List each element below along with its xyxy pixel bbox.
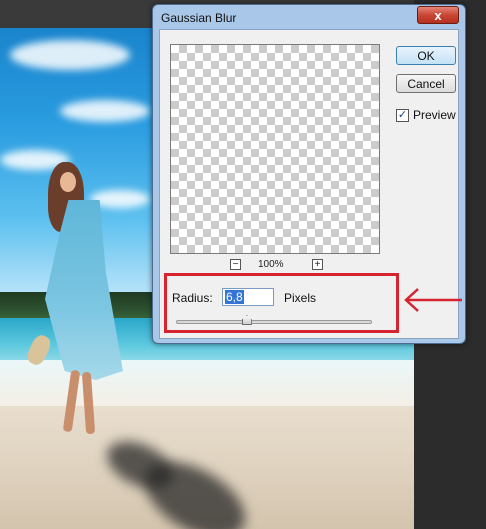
preview-pane[interactable] — [170, 44, 380, 254]
plus-icon: + — [314, 258, 321, 270]
dialog-title: Gaussian Blur — [161, 11, 237, 25]
surf — [0, 360, 414, 406]
cancel-button[interactable]: Cancel — [396, 74, 456, 93]
arrow-icon — [404, 288, 462, 312]
zoom-controls: − 100% + — [230, 259, 330, 273]
preview-checkbox-row[interactable]: ✓ Preview — [396, 108, 456, 122]
ok-button[interactable]: OK — [396, 46, 456, 65]
checkmark-icon: ✓ — [397, 108, 408, 121]
woman-face — [60, 172, 76, 192]
preview-label: Preview — [413, 108, 456, 122]
cloud — [10, 40, 130, 70]
highlight-box — [164, 273, 399, 333]
minus-icon: − — [232, 258, 239, 270]
zoom-out-button[interactable]: − — [230, 259, 241, 270]
cloud — [60, 100, 150, 122]
preview-checkbox[interactable]: ✓ — [396, 108, 409, 122]
close-button[interactable]: x — [417, 6, 459, 24]
zoom-in-button[interactable]: + — [312, 259, 323, 270]
zoom-level: 100% — [258, 259, 284, 270]
close-icon: x — [434, 7, 442, 23]
dialog-titlebar[interactable]: Gaussian Blur x — [153, 5, 465, 29]
